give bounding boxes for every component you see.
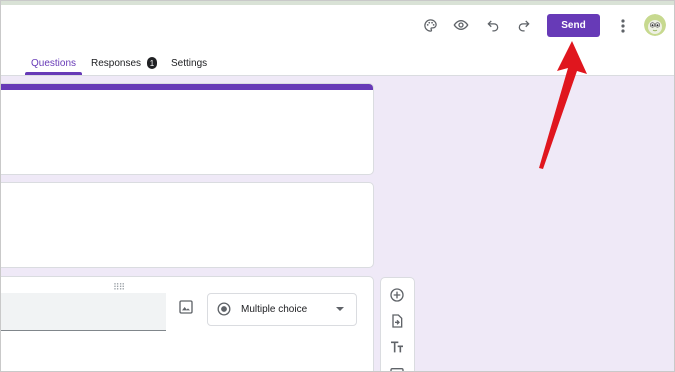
question-type-label: Multiple choice <box>241 304 308 315</box>
question-type-dropdown[interactable]: Multiple choice <box>207 293 357 326</box>
send-button[interactable]: Send <box>547 14 600 37</box>
title-text-icon[interactable] <box>389 339 405 355</box>
title-card-accent-bar <box>1 84 373 90</box>
tab-responses[interactable]: Responses 1 <box>91 51 158 75</box>
question-title-input[interactable] <box>1 293 166 331</box>
tab-settings-label: Settings <box>171 57 208 69</box>
annotation-arrow <box>539 41 587 169</box>
form-section-card[interactable] <box>1 182 374 268</box>
undo-icon[interactable] <box>479 11 507 39</box>
avatar[interactable] <box>644 14 666 36</box>
tab-questions-label: Questions <box>31 57 77 69</box>
drag-handle-icon[interactable]: ⠿⠿ <box>113 282 125 293</box>
form-title-card[interactable] <box>1 83 374 175</box>
eye-icon[interactable] <box>447 11 475 39</box>
question-side-toolbar <box>380 277 415 371</box>
image-icon[interactable] <box>178 299 194 315</box>
add-circle-icon[interactable] <box>389 287 405 303</box>
tab-responses-label: Responses <box>91 57 142 69</box>
chevron-down-icon <box>336 307 344 311</box>
tab-settings[interactable]: Settings <box>171 51 207 75</box>
palette-icon[interactable] <box>416 11 444 39</box>
more-vert-icon[interactable] <box>615 14 631 38</box>
redo-icon[interactable] <box>510 11 538 39</box>
radio-button-icon <box>217 302 231 316</box>
responses-count-badge: 1 <box>147 57 158 69</box>
app-frame: Send Questions Responses 1 Settings ⠿⠿ M… <box>0 0 675 372</box>
import-questions-icon[interactable] <box>389 313 405 329</box>
add-image-icon[interactable] <box>389 366 405 371</box>
